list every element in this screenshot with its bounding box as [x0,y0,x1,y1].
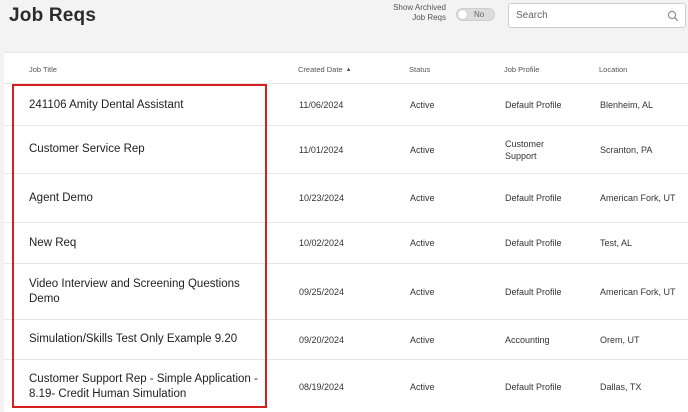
column-header-status[interactable]: Status [409,65,430,74]
table-row[interactable]: Customer Support Rep - Simple Applicatio… [4,360,688,412]
job-profile: Default Profile [505,286,562,297]
status: Active [410,193,435,203]
location: American Fork, UT [600,193,676,203]
page-header: Job Reqs Show Archived Job Reqs No [0,0,688,40]
job-title-link[interactable]: Customer Service Rep [29,126,259,173]
job-title-link[interactable]: Video Interview and Screening Questions … [29,264,259,319]
column-header-location[interactable]: Location [599,65,627,74]
job-title-link[interactable]: Customer Support Rep - Simple Applicatio… [29,360,259,412]
table-row[interactable]: Video Interview and Screening Questions … [4,264,688,320]
column-header-job-profile[interactable]: Job Profile [504,65,539,74]
created-date: 09/20/2024 [299,334,345,345]
show-archived-toggle[interactable]: No [456,8,495,21]
location: Orem, UT [600,334,640,345]
page-title: Job Reqs [9,5,97,26]
location: Dallas, TX [600,382,642,392]
created-date: 10/02/2024 [299,238,345,248]
created-date: 11/06/2024 [299,100,344,110]
status: Active [410,100,435,110]
created-date: 08/19/2024 [299,382,345,392]
search-icon[interactable] [667,10,679,22]
column-header-job-title[interactable]: Job Title [29,65,57,74]
job-profile: Default Profile [505,193,562,203]
created-date: 11/01/2024 [299,144,344,155]
toggle-knob [458,10,467,19]
job-title-link[interactable]: Agent Demo [29,174,259,222]
search-box[interactable] [508,3,686,28]
location: Scranton, PA [600,144,653,155]
job-profile: Default Profile [505,238,562,248]
job-profile: Default Profile [505,382,562,392]
job-profile: Default Profile [505,100,562,110]
created-date: 09/25/2024 [299,286,345,297]
table-row[interactable]: Agent Demo 10/23/2024 Active Default Pro… [4,174,688,223]
status: Active [410,334,435,345]
job-title-link[interactable]: 241106 Amity Dental Assistant [29,85,259,125]
table-header: Job Title Created Date ▲ Status Job Profi… [4,53,688,84]
column-header-created-date[interactable]: Created Date ▲ [298,65,352,74]
table-row[interactable]: Simulation/Skills Test Only Example 9.20… [4,320,688,360]
toggle-state-label: No [474,10,485,19]
location: Test, AL [600,238,633,248]
job-profile: Customer Support [505,138,545,161]
table-row[interactable]: 241106 Amity Dental Assistant 11/06/2024… [4,85,688,126]
search-input[interactable] [516,9,656,22]
column-header-label: Created Date [298,65,343,74]
job-title-link[interactable]: Simulation/Skills Test Only Example 9.20 [29,320,259,359]
status: Active [410,238,435,248]
sort-ascending-icon: ▲ [345,67,352,73]
job-title-link[interactable]: New Req [29,223,259,263]
job-profile: Accounting [505,334,550,345]
status: Active [410,286,435,297]
status: Active [410,144,435,155]
location: American Fork, UT [600,286,676,297]
location: Blenheim, AL [600,100,654,110]
table-row[interactable]: Customer Service Rep 11/01/2024 Active C… [4,126,688,174]
table-row[interactable]: New Req 10/02/2024 Active Default Profil… [4,223,688,264]
job-reqs-table: Job Title Created Date ▲ Status Job Profi… [4,52,688,412]
created-date: 10/23/2024 [299,193,345,203]
status: Active [410,382,435,392]
show-archived-label: Show Archived Job Reqs [393,3,446,22]
